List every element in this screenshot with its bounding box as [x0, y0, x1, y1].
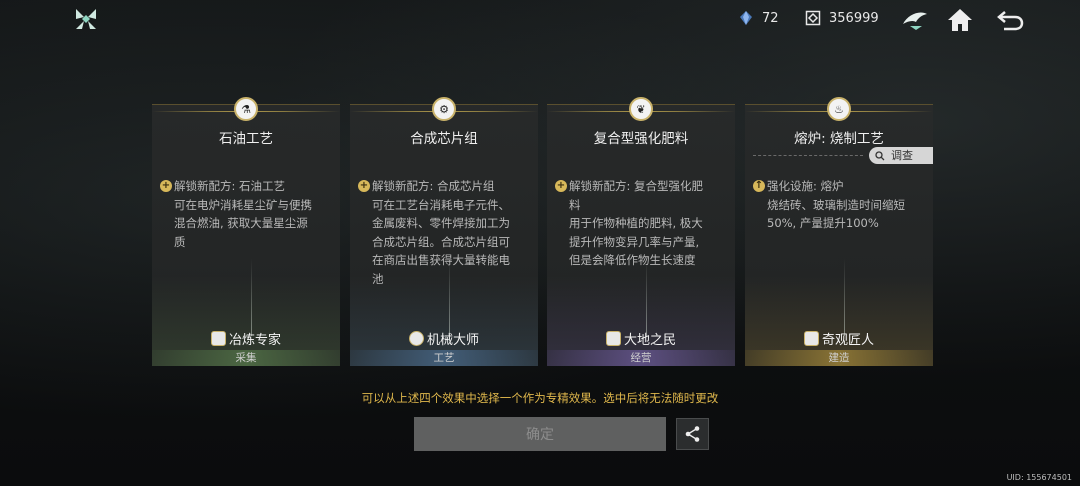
- desc-line: 金属废料、零件焊接加工为: [372, 216, 510, 230]
- gem-counter: 72: [738, 10, 779, 26]
- desc-line: 质: [174, 234, 186, 249]
- hawk-icon[interactable]: [900, 6, 930, 34]
- badge-label: 机械大师: [426, 333, 479, 348]
- confirm-button[interactable]: 确定: [414, 417, 666, 451]
- card-badge: 冶炼专家: [152, 329, 340, 348]
- badge-label: 冶炼专家: [228, 333, 281, 348]
- chip-icon: ⚙: [432, 97, 456, 121]
- card-title: 熔炉: 烧制工艺: [794, 131, 884, 147]
- desc-line: 50%, 产量提升100%: [767, 216, 879, 230]
- light-ray: [646, 258, 647, 336]
- gem-icon: [740, 11, 752, 25]
- user-id: UID: 155674501: [1006, 473, 1072, 482]
- badge-label: 奇观匠人: [821, 333, 874, 348]
- card-category: 工艺: [350, 350, 538, 366]
- desc-line: 烧结砖、玻璃制造时间缩短: [767, 197, 905, 212]
- card-description: + 解锁新配方: 复合型强化肥 料 用于作物种植的肥料, 极大 提升作物变异几率…: [555, 177, 725, 270]
- badge-label: 大地之民: [623, 333, 676, 348]
- unlock-icon: +: [358, 180, 370, 192]
- selection-hint: 可以从上述四个效果中选择一个作为专精效果。选中后将无法随时更改: [361, 391, 719, 405]
- desc-line: 解锁新配方: 合成芯片组: [372, 179, 495, 193]
- inspect-button[interactable]: 调查: [869, 147, 933, 164]
- card-title: 石油工艺: [219, 131, 273, 147]
- effect-card-fertilizer[interactable]: ❦ 复合型强化肥料 + 解锁新配方: 复合型强化肥 料 用于作物种植的肥料, 极…: [547, 97, 735, 366]
- coin-count: 356999: [829, 10, 879, 26]
- card-category: 经营: [547, 350, 735, 366]
- flask-icon: ⚗: [234, 97, 258, 121]
- smelting-badge-icon: [210, 331, 226, 346]
- magnifier-icon: [875, 150, 885, 160]
- share-button[interactable]: [676, 418, 709, 450]
- gem-count: 72: [762, 10, 779, 26]
- furnace-icon: ♨: [827, 97, 851, 121]
- artisan-badge-icon: [803, 331, 819, 346]
- logo-icon[interactable]: [74, 7, 98, 31]
- card-title: 合成芯片组: [410, 131, 478, 147]
- card-badge: 奇观匠人: [745, 329, 933, 348]
- desc-line: 合成芯片组。合成芯片组可: [372, 234, 510, 249]
- unlock-icon: +: [555, 180, 567, 192]
- desc-line: 解锁新配方: 石油工艺: [174, 179, 286, 193]
- effect-card-furnace[interactable]: ♨ 熔炉: 烧制工艺 调查 ↑ 强化设施: 熔炉 烧结砖、玻璃制造时间缩短 50…: [745, 97, 933, 366]
- gear-badge-icon: [408, 331, 424, 346]
- card-category: 建造: [745, 350, 933, 366]
- share-icon: [685, 426, 699, 442]
- desc-line: 提升作物变异几率与产量,: [569, 234, 700, 249]
- effect-card-chipset[interactable]: ⚙ 合成芯片组 + 解锁新配方: 合成芯片组 可在工艺台消耗电子元件、 金属废料…: [350, 97, 538, 366]
- inspect-label: 调查: [891, 149, 913, 162]
- upgrade-icon: ↑: [753, 180, 765, 192]
- card-description: + 解锁新配方: 合成芯片组 可在工艺台消耗电子元件、 金属废料、零件焊接加工为…: [358, 177, 528, 288]
- light-ray: [844, 258, 845, 336]
- effect-card-petroleum[interactable]: ⚗ 石油工艺 + 解锁新配方: 石油工艺 可在电炉消耗星尘矿与便携 混合燃油, …: [152, 97, 340, 366]
- desc-line: 解锁新配方: 复合型强化肥: [569, 179, 704, 193]
- desc-line: 可在电炉消耗星尘矿与便携: [174, 197, 312, 212]
- card-title: 复合型强化肥料: [593, 131, 689, 147]
- top-bar: 72 356999: [0, 0, 1080, 40]
- fertilizer-icon: ❦: [629, 97, 653, 121]
- desc-line: 强化设施: 熔炉: [767, 179, 844, 193]
- unlock-icon: +: [160, 180, 172, 192]
- earth-badge-icon: [605, 331, 621, 346]
- back-icon[interactable]: [995, 6, 1025, 34]
- desc-line: 在商店出售获得大量转能电: [372, 253, 510, 267]
- desc-line: 可在工艺台消耗电子元件、: [372, 197, 510, 212]
- divider: [753, 155, 863, 156]
- card-description: + 解锁新配方: 石油工艺 可在电炉消耗星尘矿与便携 混合燃油, 获取大量星尘源…: [160, 177, 330, 251]
- card-description: ↑ 强化设施: 熔炉 烧结砖、玻璃制造时间缩短 50%, 产量提升100%: [753, 177, 923, 233]
- card-badge: 机械大师: [350, 329, 538, 348]
- light-ray: [251, 258, 252, 336]
- light-ray: [449, 258, 450, 336]
- desc-line: 混合燃油, 获取大量星尘源: [174, 216, 308, 230]
- card-badge: 大地之民: [547, 329, 735, 348]
- desc-line: 用于作物种植的肥料, 极大: [569, 216, 703, 230]
- home-icon[interactable]: [945, 6, 975, 34]
- coin-counter: 356999: [805, 10, 879, 26]
- desc-line: 料: [569, 197, 581, 212]
- card-category: 采集: [152, 350, 340, 366]
- coin-icon: [805, 10, 821, 26]
- desc-line: 但是会降低作物生长速度: [569, 253, 696, 267]
